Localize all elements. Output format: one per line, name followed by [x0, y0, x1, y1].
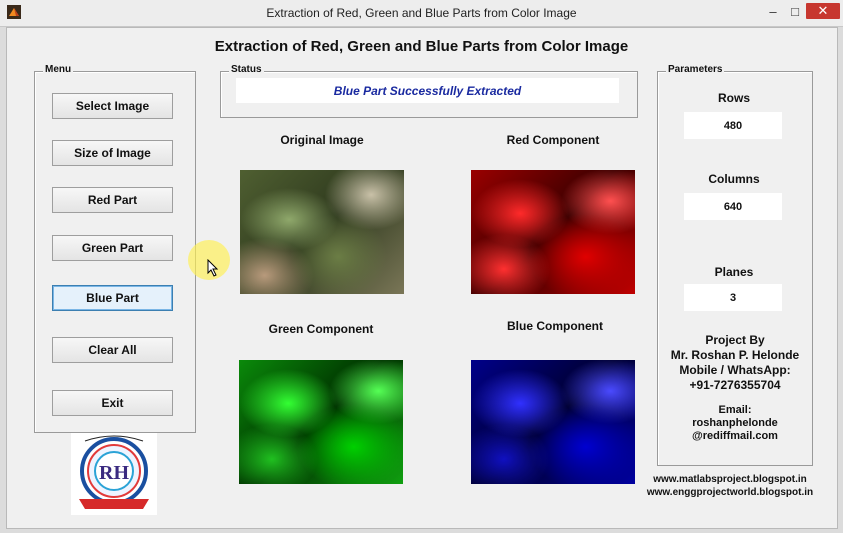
roshan-helonde-logo: RH [71, 433, 157, 515]
size-of-image-button[interactable]: Size of Image [52, 140, 173, 166]
status-message: Blue Part Successfully Extracted [236, 78, 619, 103]
exit-button[interactable]: Exit [52, 390, 173, 416]
maximize-button[interactable]: □ [784, 3, 806, 19]
columns-label: Columns [708, 172, 760, 186]
red-component-image [471, 170, 635, 294]
rows-label: Rows [717, 91, 750, 105]
svg-text:RH: RH [99, 462, 129, 484]
planes-label: Planes [714, 265, 754, 279]
credits-email-domain: @rediffmail.com [692, 430, 778, 442]
credits-mobile-label: Mobile / WhatsApp: [679, 363, 791, 377]
minimize-button[interactable]: – [762, 3, 784, 19]
original-image-label: Original Image [280, 133, 364, 147]
status-panel-title: Status [229, 64, 264, 75]
red-part-button[interactable]: Red Part [52, 187, 173, 213]
green-component-label: Green Component [268, 322, 374, 336]
columns-value: 640 [684, 193, 782, 220]
credits-link-2: www.enggprojectworld.blogspot.in [646, 487, 814, 498]
red-component-label: Red Component [506, 133, 600, 147]
credits-link-1: www.matlabsproject.blogspot.in [653, 474, 807, 485]
window-title: Extraction of Red, Green and Blue Parts … [266, 6, 577, 20]
blue-part-button[interactable]: Blue Part [52, 285, 173, 311]
rows-value: 480 [684, 112, 782, 139]
menu-panel-title: Menu [43, 64, 74, 75]
original-image [240, 170, 404, 294]
close-button[interactable]: ✕ [806, 3, 840, 19]
blue-component-label: Blue Component [507, 319, 603, 333]
blue-component-image [471, 360, 635, 484]
credits-email-label: Email: [718, 404, 752, 416]
clear-all-button[interactable]: Clear All [52, 337, 173, 363]
main-title: Extraction of Red, Green and Blue Parts … [214, 38, 629, 55]
select-image-button[interactable]: Select Image [52, 93, 173, 119]
window-titlebar: Extraction of Red, Green and Blue Parts … [0, 0, 843, 27]
green-part-button[interactable]: Green Part [52, 235, 173, 261]
mouse-cursor-icon [207, 259, 219, 277]
credits-project-by: Project By [705, 333, 765, 347]
credits-phone: +91-7276355704 [689, 378, 781, 392]
green-component-image [239, 360, 403, 484]
planes-value: 3 [684, 284, 782, 311]
credits-author: Mr. Roshan P. Helonde [670, 348, 800, 362]
parameters-panel-title: Parameters [666, 64, 725, 75]
credits-email-user: roshanphelonde [692, 417, 778, 429]
